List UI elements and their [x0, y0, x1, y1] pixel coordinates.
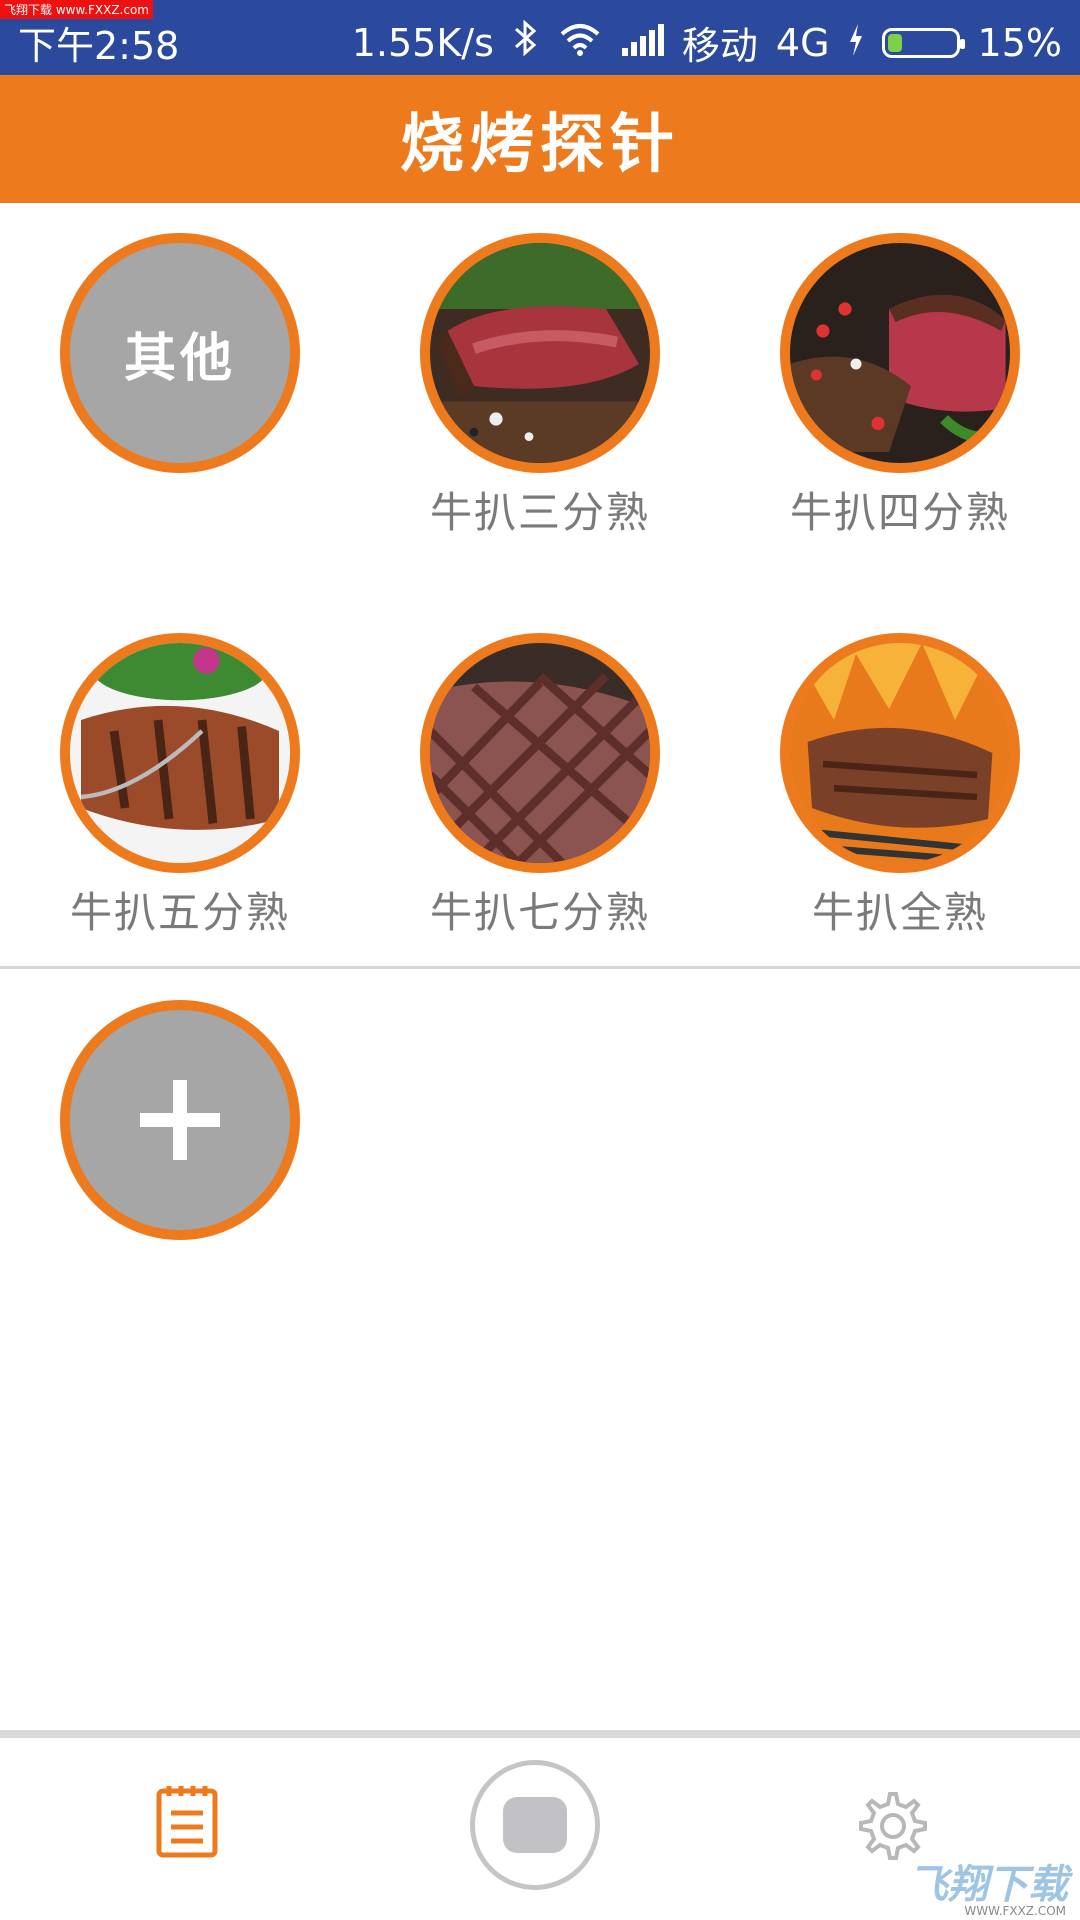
wifi-icon	[558, 21, 602, 65]
bottom-nav: 飞翔下载 WWW.FXXZ.COM	[0, 1730, 1080, 1920]
preset-other[interactable]: 其他	[60, 233, 300, 473]
preset-rare-label: 牛扒三分熟	[429, 488, 650, 537]
section-divider	[0, 966, 1080, 969]
preset-well-done[interactable]: 牛扒全熟	[780, 633, 1020, 940]
watermark-url: WWW.FXXZ.COM	[964, 1904, 1066, 1918]
signal-icon	[620, 21, 664, 65]
preset-other-label: 其他	[123, 328, 236, 389]
preset-medium-well-label: 牛扒七分熟	[429, 888, 650, 937]
stop-icon	[503, 1797, 567, 1853]
page-title: 烧烤探针	[400, 108, 680, 182]
preset-medium-well[interactable]: 牛扒七分熟	[420, 633, 660, 940]
status-time: 下午2:58	[18, 24, 180, 68]
record-button[interactable]	[470, 1760, 600, 1890]
network-type: 4G	[775, 20, 830, 65]
add-preset[interactable]	[60, 1000, 300, 1240]
battery-level: 15%	[977, 20, 1062, 65]
carrier-label: 移动	[681, 24, 758, 68]
preset-medium[interactable]: 牛扒五分熟	[60, 633, 300, 940]
steak-well-done-icon[interactable]	[780, 633, 1020, 873]
preset-medium-label: 牛扒五分熟	[69, 888, 290, 937]
plus-icon	[100, 1040, 260, 1200]
steak-rare-icon[interactable]	[420, 233, 660, 473]
battery-icon	[881, 27, 965, 58]
network-speed: 1.55K/s	[351, 20, 494, 65]
preset-well-done-label: 牛扒全熟	[811, 888, 988, 937]
status-bar: 飞翔下载 www.FXXZ.com 下午2:58 1.55K/s 移动 4G 1…	[0, 0, 1080, 75]
preset-rare[interactable]: 牛扒三分熟	[420, 233, 660, 540]
preset-other-circle[interactable]: 其他	[60, 233, 300, 473]
add-preset-button[interactable]	[60, 1000, 300, 1240]
steak-medium-icon[interactable]	[60, 633, 300, 873]
steak-medium-rare-icon[interactable]	[780, 233, 1020, 473]
watermark-logo: 飞翔下载	[908, 1862, 1068, 1908]
app-header: 烧烤探针	[0, 75, 1080, 203]
notepad-icon[interactable]	[155, 1783, 219, 1863]
preset-medium-rare-label: 牛扒四分熟	[789, 488, 1010, 537]
bluetooth-icon	[512, 19, 540, 66]
charging-icon	[848, 21, 864, 65]
preset-medium-rare[interactable]: 牛扒四分熟	[780, 233, 1020, 540]
steak-medium-well-icon[interactable]	[420, 633, 660, 873]
status-right: 1.55K/s 移动 4G 15%	[352, 15, 1062, 70]
